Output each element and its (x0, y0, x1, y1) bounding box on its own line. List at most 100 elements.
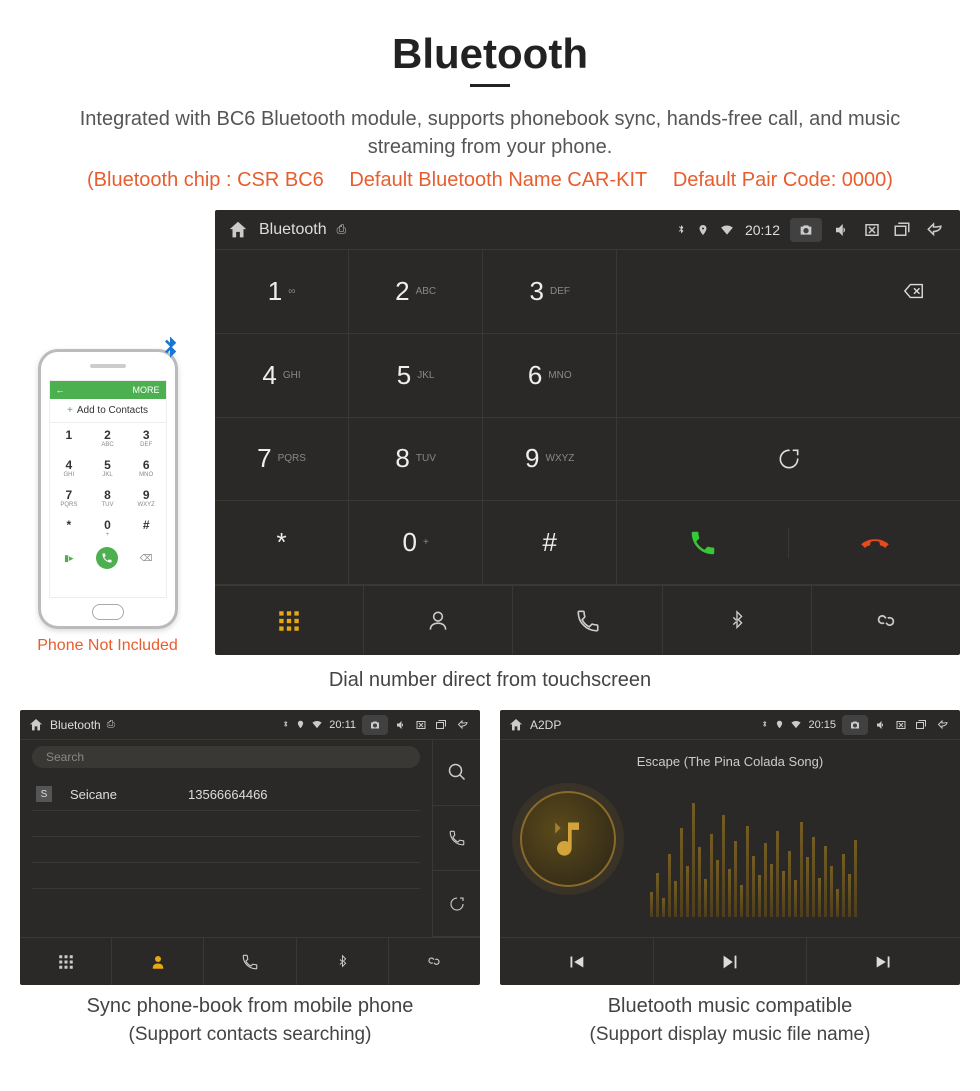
hangup-button[interactable] (789, 528, 960, 558)
location-icon (697, 223, 709, 237)
backspace-button[interactable] (617, 250, 960, 334)
dialer-caption: Dial number direct from touchscreen (20, 669, 960, 692)
page-subtitle: Integrated with BC6 Bluetooth module, su… (40, 105, 940, 161)
key-0[interactable]: 0+ (349, 501, 483, 585)
phone-mockup: ← MORE +Add to Contacts 12ABC3DEF4GHI5JK… (38, 349, 178, 629)
key-6[interactable]: 6MNO (483, 334, 617, 418)
location-icon (296, 719, 305, 730)
phone-not-included-label: Phone Not Included (20, 637, 195, 655)
recent-apps-icon[interactable] (434, 719, 448, 731)
side-call-button[interactable] (433, 806, 480, 872)
spec-btname: Default Bluetooth Name CAR-KIT (349, 169, 647, 191)
phonepad-key-6: 6MNO (127, 453, 166, 483)
bluetooth-icon (760, 719, 769, 730)
key-8[interactable]: 8TUV (349, 418, 483, 502)
contact-tag: S (36, 786, 52, 802)
tab-pair[interactable] (389, 938, 480, 985)
tab-pair[interactable] (812, 586, 960, 655)
contact-number: 13566664466 (188, 787, 268, 802)
phonepad-key-3: 3DEF (127, 423, 166, 453)
next-track-button[interactable] (807, 938, 960, 985)
music-caption-2: (Support display music file name) (500, 1024, 960, 1046)
back-icon[interactable] (922, 221, 948, 239)
tab-keypad[interactable] (215, 586, 364, 655)
back-icon[interactable] (454, 719, 472, 731)
tab-history[interactable] (513, 586, 662, 655)
home-icon[interactable] (28, 717, 44, 733)
volume-icon[interactable] (874, 719, 888, 731)
redial-button[interactable] (617, 418, 960, 502)
headunit-title: Bluetooth (259, 221, 327, 239)
phone-more-label: MORE (133, 385, 160, 395)
tab-bluetooth[interactable] (663, 586, 812, 655)
key-3[interactable]: 3DEF (483, 250, 617, 334)
side-search-button[interactable] (433, 740, 480, 806)
contact-row[interactable]: S Seicane 13566664466 (32, 778, 420, 811)
usb-icon: ⎙ (337, 222, 347, 237)
camera-icon[interactable] (362, 715, 388, 735)
headunit-title: Bluetooth (50, 718, 101, 732)
phone-del-icon: ⌫ (135, 547, 157, 569)
camera-icon[interactable] (842, 715, 868, 735)
wifi-icon (790, 719, 802, 730)
tab-history[interactable] (204, 938, 296, 985)
key-*[interactable]: * (215, 501, 349, 585)
track-title: Escape (The Pina Colada Song) (500, 754, 960, 769)
clock-time: 20:12 (745, 222, 780, 238)
close-icon[interactable] (414, 719, 428, 731)
headunit-music: A2DP 20:15 Escape (The Pina Colada Song) (500, 710, 960, 985)
side-sync-button[interactable] (433, 871, 480, 937)
close-icon[interactable] (862, 221, 882, 239)
call-button[interactable] (617, 528, 789, 558)
search-input[interactable]: Search (32, 746, 420, 768)
key-5[interactable]: 5JKL (349, 334, 483, 418)
phonepad-key-2: 2ABC (88, 423, 127, 453)
key-4[interactable]: 4GHI (215, 334, 349, 418)
volume-icon[interactable] (394, 719, 408, 731)
music-caption-1: Bluetooth music compatible (500, 995, 960, 1018)
spec-line: (Bluetooth chip : CSR BC6 Default Blueto… (20, 169, 960, 192)
headunit-dialer: Bluetooth ⎙ 20:12 1∞2ABC3DEF 4GHI5JKL6MNO… (215, 210, 960, 655)
key-7[interactable]: 7PQRS (215, 418, 349, 502)
recent-apps-icon[interactable] (914, 719, 928, 731)
back-icon[interactable] (934, 719, 952, 731)
phonepad-key-0: 0+ (88, 513, 127, 543)
camera-icon[interactable] (790, 218, 822, 242)
phone-back-icon: ← (56, 385, 65, 395)
page-title: Bluetooth (20, 30, 960, 78)
phonepad-key-5: 5JKL (88, 453, 127, 483)
play-pause-button[interactable] (654, 938, 808, 985)
volume-icon[interactable] (832, 221, 852, 239)
clock-time: 20:11 (329, 719, 356, 731)
usb-icon: ⎙ (107, 719, 115, 730)
recent-apps-icon[interactable] (892, 221, 912, 239)
tab-keypad[interactable] (20, 938, 112, 985)
tab-bluetooth[interactable] (297, 938, 389, 985)
phonepad-key-9: 9WXYZ (127, 483, 166, 513)
spec-chip: (Bluetooth chip : CSR BC6 (87, 169, 324, 191)
phonepad-key-8: 8TUV (88, 483, 127, 513)
phonepad-key-1: 1 (50, 423, 89, 453)
key-9[interactable]: 9WXYZ (483, 418, 617, 502)
prev-track-button[interactable] (500, 938, 654, 985)
add-to-contacts-label: +Add to Contacts (50, 399, 166, 423)
title-divider (470, 84, 510, 87)
tab-contacts[interactable] (364, 586, 513, 655)
clock-time: 20:15 (808, 719, 836, 731)
headunit-title: A2DP (530, 718, 561, 732)
wifi-icon (719, 223, 735, 237)
phonepad-key-#: # (127, 513, 166, 543)
close-icon[interactable] (894, 719, 908, 731)
key-2[interactable]: 2ABC (349, 250, 483, 334)
home-icon[interactable] (508, 717, 524, 733)
phonebook-caption-2: (Support contacts searching) (20, 1024, 480, 1046)
bluetooth-waves-icon (155, 332, 185, 366)
equalizer-visual (650, 790, 940, 917)
tab-contacts[interactable] (112, 938, 204, 985)
key-1[interactable]: 1∞ (215, 250, 349, 334)
spec-paircode: Default Pair Code: 0000) (673, 169, 893, 191)
key-#[interactable]: # (483, 501, 617, 585)
home-icon[interactable] (227, 219, 249, 241)
album-art-icon (520, 791, 616, 887)
location-icon (775, 719, 784, 730)
